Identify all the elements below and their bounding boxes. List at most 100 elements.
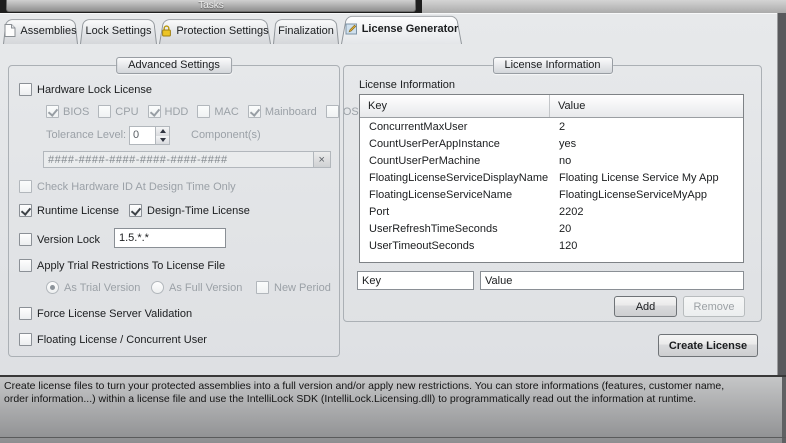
component-label: HDD [165, 106, 189, 118]
tab-license-generator[interactable]: License Generator [341, 13, 462, 44]
lock-icon [161, 25, 172, 37]
hardware-id-value[interactable]: ####-####-####-####-####-#### [44, 153, 313, 167]
key-cell: FloatingLicenseServiceName [360, 189, 550, 201]
runtime-license-checkbox[interactable] [19, 204, 32, 217]
hardware-component-item: MAC [197, 105, 238, 118]
component-checkbox-bios[interactable] [46, 105, 59, 118]
new-period-row: New Period [256, 281, 331, 294]
pencil-icon [345, 22, 358, 35]
tolerance-level-stepper: 0 [129, 126, 170, 145]
runtime-license-row: Runtime License [19, 204, 119, 217]
value-cell: 2 [550, 121, 565, 133]
column-header-key[interactable]: Key [360, 95, 550, 117]
component-label: MAC [214, 106, 238, 118]
value-cell: 2202 [550, 206, 583, 218]
hardware-component-item: BIOS [46, 105, 89, 118]
value-cell: yes [550, 138, 576, 150]
table-row[interactable]: CountUserPerAppInstanceyes [360, 135, 743, 152]
as-trial-version-row: As Trial Version [46, 281, 140, 294]
design-time-license-checkbox[interactable] [129, 204, 142, 217]
key-cell: Port [360, 206, 550, 218]
license-generator-window: Tasks Assemblies Lock Settings Protectio… [0, 0, 786, 443]
component-checkbox-os[interactable] [326, 105, 339, 118]
key-input[interactable] [357, 271, 474, 290]
value-cell: no [550, 155, 571, 167]
page-icon [4, 24, 16, 37]
value-cell: 20 [550, 223, 571, 235]
description-line-1: Create license files to turn your protec… [4, 380, 782, 393]
tasks-panel-header[interactable]: Tasks [6, 0, 416, 12]
new-period-label: New Period [274, 282, 331, 294]
tab-protection-settings[interactable]: Protection Settings [159, 17, 271, 44]
tab-finalization[interactable]: Finalization [273, 17, 339, 44]
spin-down-button[interactable] [156, 136, 169, 145]
component-checkbox-cpu[interactable] [98, 105, 111, 118]
remove-button[interactable]: Remove [683, 296, 745, 317]
key-cell: CountUserPerMachine [360, 155, 550, 167]
add-button[interactable]: Add [614, 296, 677, 317]
panel-edge [782, 377, 786, 443]
version-lock-input[interactable] [114, 228, 226, 248]
tab-lock-settings[interactable]: Lock Settings [80, 17, 157, 44]
apply-trial-checkbox[interactable] [19, 259, 32, 272]
apply-trial-row: Apply Trial Restrictions To License File [19, 259, 225, 272]
value-cell: Floating License Service My App [550, 172, 719, 184]
force-server-label: Force License Server Validation [37, 308, 192, 320]
hardware-lock-license-checkbox[interactable] [19, 83, 32, 96]
clear-icon[interactable]: × [313, 152, 330, 167]
value-cell: FloatingLicenseServiceMyApp [550, 189, 707, 201]
table-row[interactable]: FloatingLicenseServiceNameFloatingLicens… [360, 186, 743, 203]
tab-assemblies[interactable]: Assemblies [3, 17, 78, 44]
as-trial-version-label: As Trial Version [64, 282, 140, 294]
table-row[interactable]: FloatingLicenseServiceDisplayNameFloatin… [360, 169, 743, 186]
as-full-version-label: As Full Version [169, 282, 242, 294]
license-information-table: Key Value ConcurrentMaxUser2CountUserPer… [359, 94, 744, 263]
hardware-component-item: Mainboard [248, 105, 317, 118]
check-hw-design-time-checkbox[interactable] [19, 180, 32, 193]
version-lock-checkbox[interactable] [19, 233, 32, 246]
hardware-lock-license-label: Hardware Lock License [37, 84, 152, 96]
new-period-checkbox[interactable] [256, 281, 269, 294]
component-label: BIOS [63, 106, 89, 118]
column-header-value[interactable]: Value [550, 95, 743, 117]
as-full-version-radio[interactable] [151, 281, 164, 294]
table-row[interactable]: UserTimeoutSeconds120 [360, 237, 743, 254]
license-information-group: License Information License Information … [343, 65, 762, 322]
runtime-license-label: Runtime License [37, 205, 119, 217]
force-server-checkbox[interactable] [19, 307, 32, 320]
tolerance-level-value[interactable]: 0 [129, 126, 156, 145]
advanced-settings-caption: Advanced Settings [116, 57, 232, 74]
component-label: Mainboard [265, 106, 317, 118]
floating-license-label: Floating License / Concurrent User [37, 334, 207, 346]
key-cell: UserRefreshTimeSeconds [360, 223, 550, 235]
spin-up-button[interactable] [156, 127, 169, 136]
component-checkbox-mainboard[interactable] [248, 105, 261, 118]
as-full-version-row: As Full Version [151, 281, 242, 294]
component-checkbox-hdd[interactable] [148, 105, 161, 118]
component-label: CPU [115, 106, 138, 118]
key-cell: ConcurrentMaxUser [360, 121, 550, 133]
version-lock-row: Version Lock [19, 233, 100, 246]
tab-label: License Generator [362, 23, 459, 35]
key-cell: FloatingLicenseServiceDisplayName [360, 172, 550, 184]
description-line-2: order information...) within a license f… [4, 393, 782, 406]
table-row[interactable]: ConcurrentMaxUser2 [360, 118, 743, 135]
table-header: Key Value [360, 95, 743, 118]
floating-license-checkbox[interactable] [19, 333, 32, 346]
tasks-label: Tasks [198, 0, 224, 11]
tasks-bar: Tasks [0, 0, 786, 13]
design-time-license-row: Design-Time License [129, 204, 250, 217]
table-row[interactable]: CountUserPerMachineno [360, 152, 743, 169]
tab-label: Protection Settings [176, 25, 268, 37]
apply-trial-label: Apply Trial Restrictions To License File [37, 260, 225, 272]
value-input[interactable] [480, 271, 744, 290]
version-lock-label: Version Lock [37, 234, 100, 246]
as-trial-version-radio[interactable] [46, 281, 59, 294]
tab-label: Lock Settings [85, 25, 151, 37]
table-row[interactable]: Port2202 [360, 203, 743, 220]
floating-license-row: Floating License / Concurrent User [19, 333, 207, 346]
table-row[interactable]: UserRefreshTimeSeconds20 [360, 220, 743, 237]
license-information-list-label: License Information [359, 79, 455, 91]
component-checkbox-mac[interactable] [197, 105, 210, 118]
create-license-button[interactable]: Create License [658, 334, 758, 357]
